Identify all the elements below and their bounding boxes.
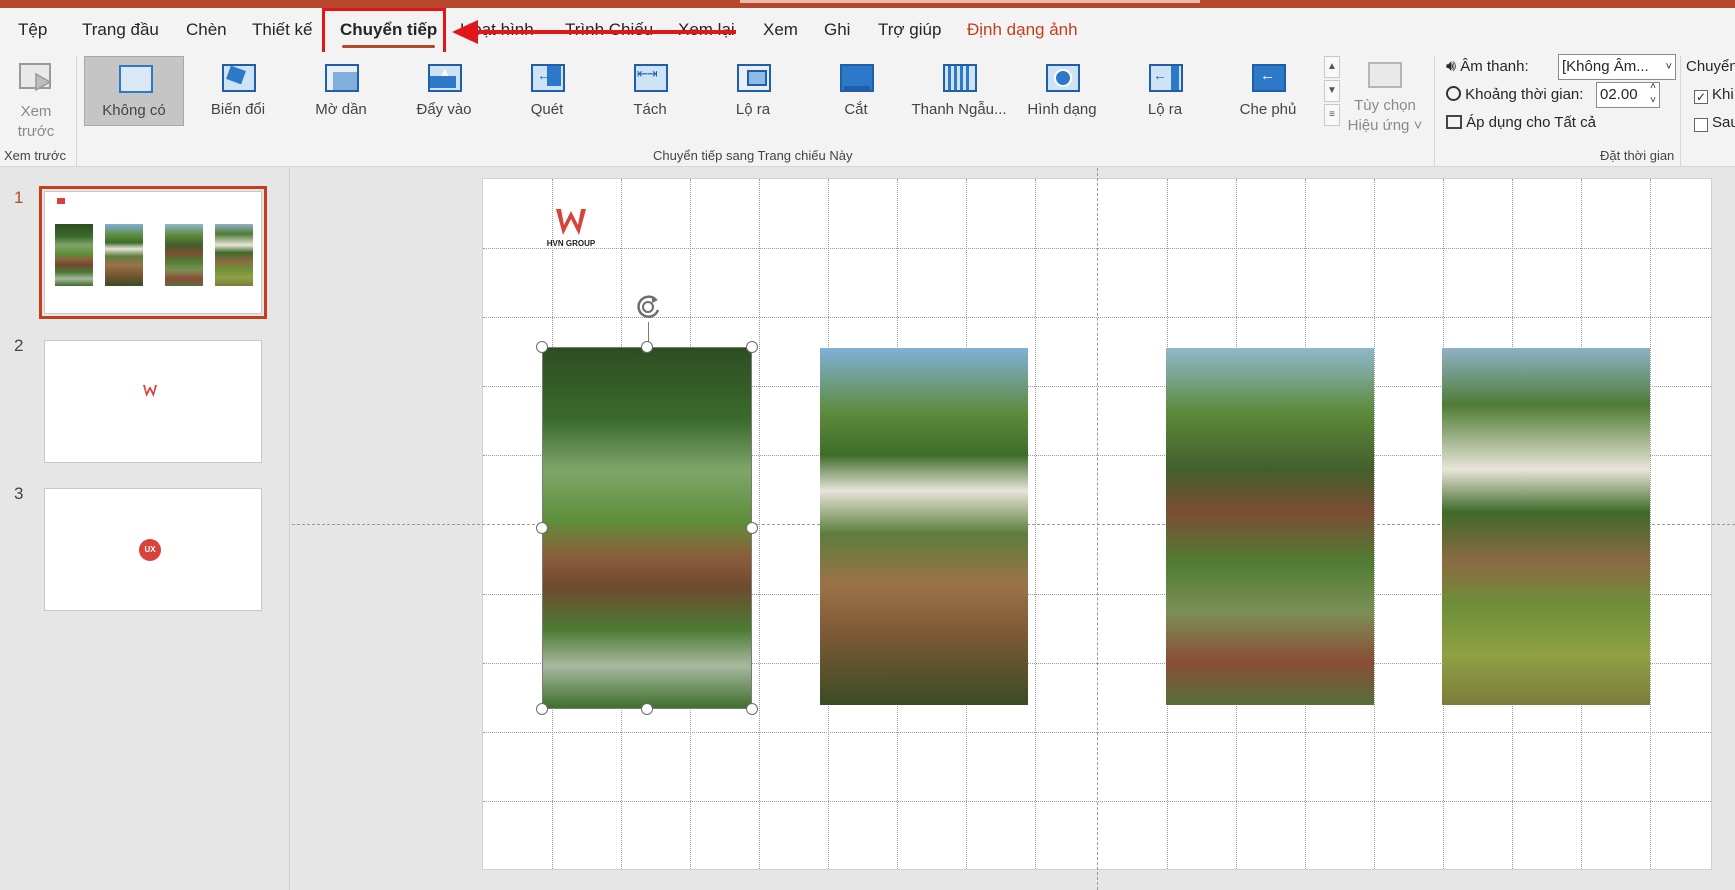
on-click-label: Khi [1712, 86, 1734, 103]
transition-none-button[interactable]: Không có [84, 56, 184, 126]
slide-thumbnail-1[interactable] [39, 186, 267, 319]
gallery-scroll[interactable]: ▲ ▼ ≡ [1324, 56, 1340, 128]
push-icon: ▲ [428, 64, 462, 92]
stepper-icon[interactable]: ˄ ˅ [1650, 83, 1656, 107]
tab-insert[interactable]: Chèn [186, 16, 227, 44]
duration-label: Khoảng thời gian: [1465, 86, 1584, 103]
transition-push-button[interactable]: ▲ Đẩy vào [394, 56, 494, 126]
title-bar-strip [0, 0, 1735, 8]
resize-handle[interactable] [536, 341, 548, 353]
timing-group-label: Đặt thời gian [1600, 148, 1675, 163]
cover-icon: ← [1252, 64, 1286, 92]
reveal-icon [737, 64, 771, 92]
split-icon: ⇤⇥ [634, 64, 668, 92]
cut-icon [840, 64, 874, 92]
transition-reveal-button[interactable]: Lộ ra [703, 56, 803, 126]
on-click-checkbox[interactable]: ✓ [1694, 90, 1708, 104]
smart-guide-vertical [1097, 168, 1098, 890]
uncover-icon: ← [1149, 64, 1183, 92]
photo-2[interactable] [820, 348, 1028, 705]
slide-number: 2 [14, 336, 24, 355]
resize-handle[interactable] [641, 703, 653, 715]
effect-options-label-1: Tùy chọn [1354, 97, 1416, 114]
resize-handle[interactable] [536, 522, 548, 534]
preview-icon [19, 63, 52, 92]
sound-select[interactable]: [Không Âm... ˅ [1558, 54, 1676, 80]
slide-thumbnail-2[interactable] [44, 340, 262, 463]
resize-handle[interactable] [746, 703, 758, 715]
slide-thumbnail-3[interactable]: UX [44, 488, 262, 611]
tab-design[interactable]: Thiết kế [252, 16, 312, 44]
ux-badge: UX [139, 539, 161, 561]
after-checkbox[interactable] [1694, 118, 1708, 132]
logo-text: HVN GROUP [546, 239, 596, 248]
thumbnail-photo [215, 224, 253, 286]
clock-icon [1446, 86, 1461, 101]
effect-options-label-2: Hiệu ứng ˅ [1347, 117, 1423, 134]
resize-handle[interactable] [746, 522, 758, 534]
transitions-group-label: Chuyển tiếp sang Trang chiếu Này [653, 148, 853, 163]
gallery-up-icon[interactable]: ▲ [1324, 56, 1340, 78]
gallery-more-icon[interactable]: ≡ [1324, 104, 1340, 126]
tab-help[interactable]: Trợ giúp [878, 16, 941, 44]
transition-uncover-button[interactable]: ← Lộ ra [1115, 56, 1215, 126]
preview-label: Xem trước [17, 103, 55, 140]
tab-record[interactable]: Ghi [824, 16, 850, 44]
morph-icon [222, 64, 256, 92]
chevron-down-icon: ˅ [1665, 61, 1672, 73]
preview-group-label: Xem trước [4, 148, 67, 163]
transition-split-button[interactable]: ⇤⇥ Tách [600, 56, 700, 126]
thumbnail-photo [105, 224, 143, 286]
photo-3[interactable] [1166, 348, 1374, 705]
annotation-arrow-head [452, 20, 478, 44]
sound-icon: 🔊︎ [1446, 58, 1457, 75]
ribbon-tab-bar: Tệp Trang đầu Chèn Thiết kế Chuyển tiếp … [0, 8, 1735, 52]
duration-stepper[interactable]: 02.00 ˄ ˅ [1596, 82, 1660, 108]
resize-handle[interactable] [746, 341, 758, 353]
selection-frame [542, 347, 752, 709]
transition-wipe-button[interactable]: ← Quét [497, 56, 597, 126]
none-icon [119, 65, 153, 93]
rotate-handle-icon[interactable] [632, 290, 666, 324]
transition-random-bars-button[interactable]: Thanh Ngẫu... [909, 56, 1009, 126]
resize-handle[interactable] [641, 341, 653, 353]
transition-shape-button[interactable]: Hình dạng [1012, 56, 1112, 126]
wipe-icon: ← [531, 64, 565, 92]
transition-morph-button[interactable]: Biến đổi [188, 56, 288, 126]
random-bars-icon [943, 64, 977, 92]
annotation-arrow-line [470, 30, 736, 34]
photo-4[interactable] [1442, 348, 1650, 705]
slide-number: 3 [14, 484, 24, 503]
tab-view[interactable]: Xem [763, 16, 798, 44]
apply-all-icon [1446, 115, 1462, 129]
effect-options-button[interactable]: Tùy chọn Hiệu ứng ˅ [1345, 56, 1425, 146]
annotation-highlight-box [322, 8, 446, 56]
effect-options-icon [1368, 62, 1402, 88]
ribbon: Xem trước Xem trước Không có Biến đổi Mờ… [0, 52, 1735, 167]
transition-cover-button[interactable]: ← Che phủ [1218, 56, 1318, 126]
transition-fade-button[interactable]: Mờ dần [291, 56, 391, 126]
tab-home[interactable]: Trang đầu [82, 16, 159, 44]
thumbnail-photo [55, 224, 93, 286]
advance-label: Chuyển [1686, 58, 1735, 75]
tab-file[interactable]: Tệp [18, 16, 47, 44]
transition-cut-button[interactable]: Cắt [806, 56, 906, 126]
hvn-group-logo: HVN GROUP [544, 205, 598, 249]
gallery-down-icon[interactable]: ▼ [1324, 80, 1340, 102]
logo-icon [57, 198, 65, 204]
apply-all-button[interactable]: Áp dụng cho Tất cả [1446, 114, 1596, 131]
fade-icon [325, 64, 359, 92]
slide-number: 1 [14, 188, 24, 207]
resize-handle[interactable] [536, 703, 548, 715]
shape-icon [1046, 64, 1080, 92]
slide-thumbnail-panel: 1 2 3 UX [0, 168, 290, 890]
sound-label: Âm thanh: [1460, 58, 1529, 75]
preview-button[interactable]: Xem trước [4, 56, 68, 146]
after-label: Sau [1712, 114, 1735, 131]
logo-icon [556, 209, 586, 235]
logo-icon [143, 385, 157, 397]
thumbnail-photo [165, 224, 203, 286]
tab-picture-format[interactable]: Định dạng ảnh [967, 16, 1078, 44]
